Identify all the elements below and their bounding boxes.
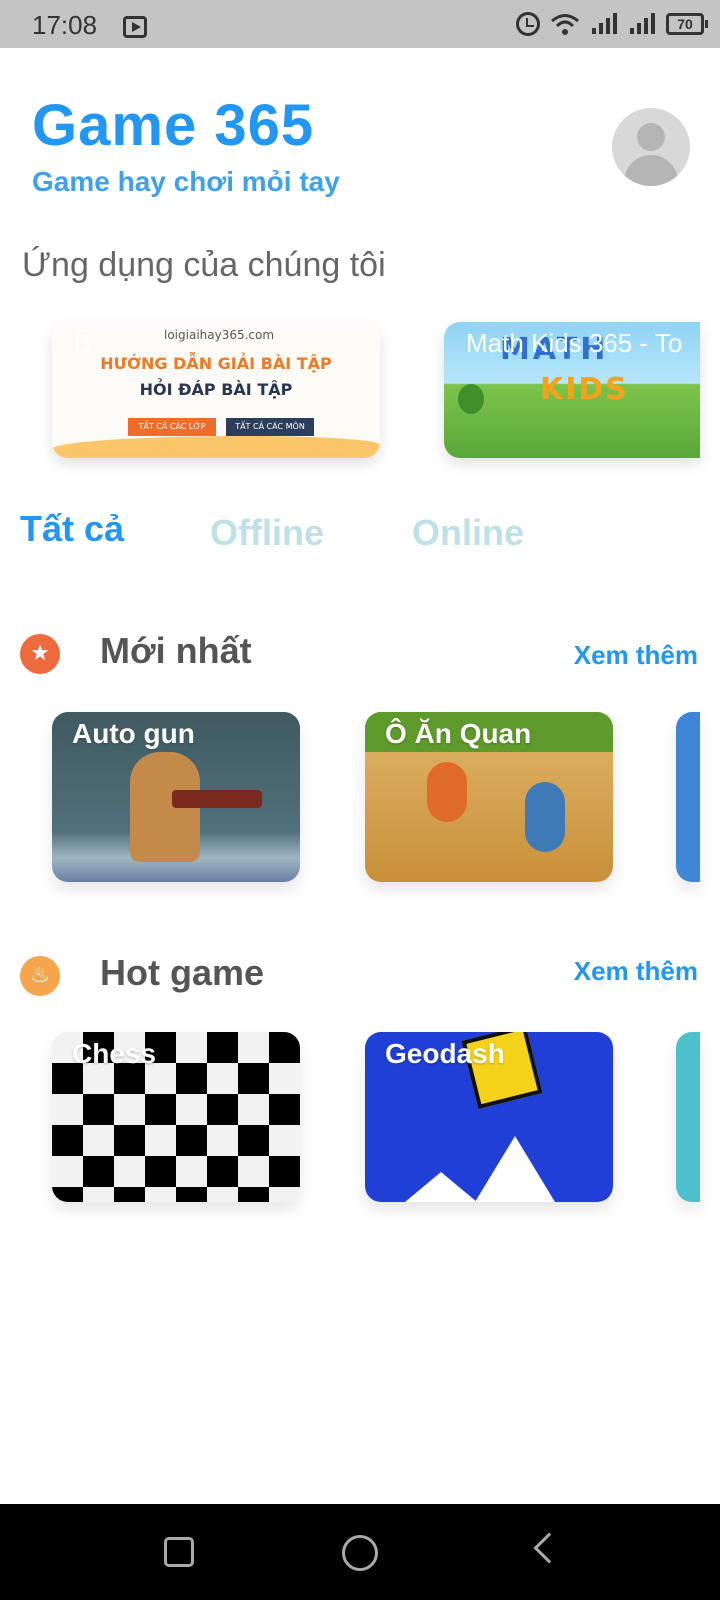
apps-section-title: Ứng dụng của chúng tôi [22,246,386,284]
wifi-icon [550,12,580,36]
avatar-head-shape [637,123,665,151]
banner-subheadline: HỎI ĐÁP BÀI TẬP [139,380,293,399]
video-icon [123,16,147,38]
signal-icon [628,12,656,36]
app-banner-label: B [74,328,92,358]
game-card-label: Geodash [385,1038,505,1069]
spike-illustration [475,1136,555,1202]
banner-all-subjects: TẤT CẢ CÁC MÔN [226,418,314,436]
star-icon: ★ [20,634,60,674]
game-card-o-an-quan[interactable]: Ô Ăn Quan [365,712,613,882]
app-title: Game 365 [32,93,315,158]
tree-illustration [458,384,484,414]
system-nav-bar [0,1504,720,1600]
see-more-newest-link[interactable]: Xem thêm [574,640,698,671]
banner-headline: HƯỚNG DẪN GIẢI BÀI TẬP [100,354,332,373]
game-card-auto-gun[interactable]: Auto gun [52,712,300,882]
back-icon[interactable] [533,1532,565,1564]
banner-wave-decoration [52,436,380,458]
section-title-newest: Mới nhất [100,630,252,671]
game-card-chess[interactable]: Chess [52,1032,300,1202]
spike-illustration [405,1172,477,1202]
battery-icon: 70 [666,13,708,35]
app-banner-loigiaihay[interactable]: loigiaihay365.com HƯỚNG DẪN GIẢI BÀI TẬP… [52,322,380,458]
tab-all[interactable]: Tất cả [20,508,124,550]
alarm-icon [516,12,540,36]
status-icons: 70 [516,12,708,36]
signal-icon [590,12,618,36]
home-icon[interactable] [342,1535,378,1571]
game-card-label: Auto gun [72,718,195,749]
game-card-label: Ô Ăn Quan [385,718,532,749]
tab-offline[interactable]: Offline [210,512,324,554]
avatar-body-shape [624,155,678,186]
game-card-partial[interactable] [676,1032,700,1202]
gun-illustration [172,790,262,808]
game-card-label: Chess [72,1038,157,1069]
game-card-geodash[interactable]: Geodash [365,1032,613,1202]
app-subtitle: Game hay chơi mỏi tay [32,166,340,197]
avatar[interactable] [612,108,690,186]
tab-online[interactable]: Online [412,512,524,554]
see-more-hot-game-link[interactable]: Xem thêm [574,956,698,987]
status-time: 17:08 [32,10,98,40]
banner-all-classes: TẤT CẢ CÁC LỚP [128,418,216,436]
banner-logo-text: loigiaihay365.com [164,328,275,342]
player-illustration [427,762,467,822]
status-bar: 17:08 70 [0,0,720,48]
fire-icon: ♨ [20,956,60,996]
banner-art-kids: KIDS [540,372,629,407]
game-card-partial[interactable] [676,712,700,882]
player-illustration [525,782,565,852]
app-banner-math-kids[interactable]: MATH KIDS Math Kids 365 - To [444,322,700,458]
recent-apps-icon[interactable] [164,1537,194,1567]
app-banner-label: Math Kids 365 - To [466,328,683,358]
section-title-hot-game: Hot game [100,952,265,993]
